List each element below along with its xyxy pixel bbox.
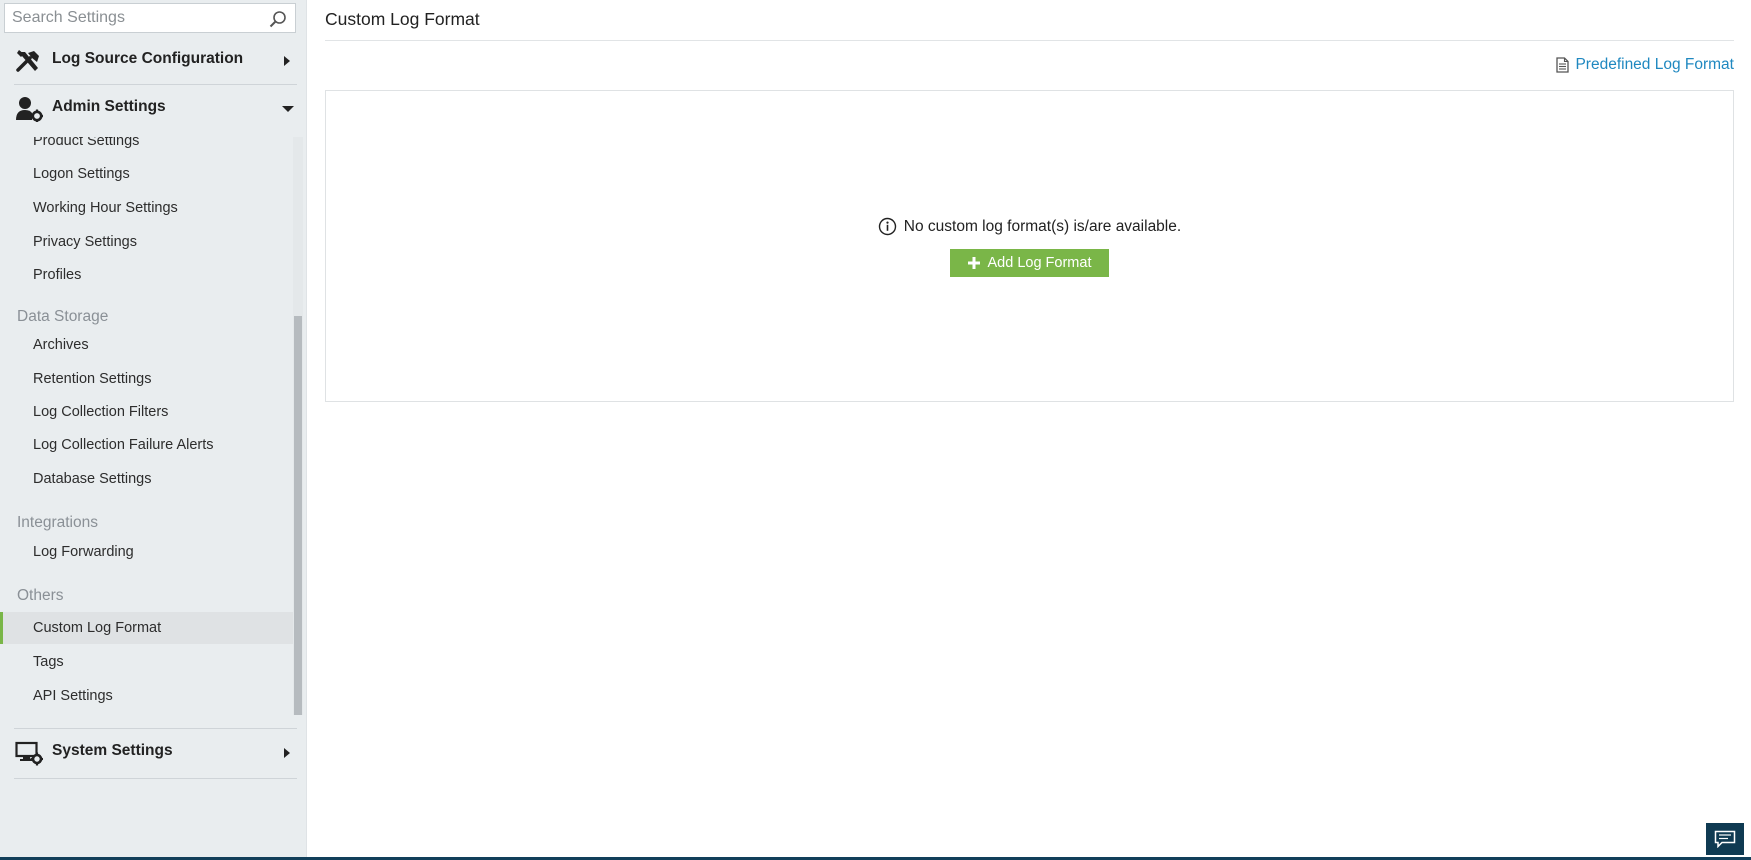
chat-icon (1714, 830, 1736, 848)
menu-item-log-forwarding[interactable]: Log Forwarding (0, 536, 300, 568)
empty-state-message: No custom log format(s) is/are available… (326, 217, 1733, 236)
section-label: System Settings (52, 742, 173, 759)
user-gear-icon (16, 97, 43, 122)
section-admin-settings[interactable]: Admin Settings (0, 85, 300, 133)
caret-right-icon (284, 748, 290, 758)
menu-item-working-hour-settings[interactable]: Working Hour Settings (0, 192, 300, 224)
group-heading-others: Others (17, 587, 64, 604)
caret-down-icon (282, 106, 294, 112)
section-label: Admin Settings (52, 98, 166, 115)
group-heading-data-storage: Data Storage (17, 308, 109, 325)
admin-settings-menu[interactable]: Product Settings Logon Settings Working … (0, 137, 300, 715)
menu-item-privacy-settings[interactable]: Privacy Settings (0, 226, 300, 258)
menu-item-tags[interactable]: Tags (0, 646, 300, 678)
add-log-format-label: Add Log Format (987, 255, 1092, 271)
monitor-gear-icon (15, 741, 43, 766)
group-heading-integrations: Integrations (17, 514, 98, 531)
search-input[interactable] (5, 4, 267, 32)
page-title: Custom Log Format (325, 9, 480, 29)
caret-right-icon (284, 56, 290, 66)
search-icon[interactable] (269, 10, 287, 28)
tools-icon (16, 50, 39, 72)
plus-icon (967, 257, 980, 269)
section-label: Log Source Configuration (52, 50, 244, 67)
section-divider (14, 778, 297, 779)
info-icon (878, 217, 896, 236)
predefined-log-format-link[interactable]: Predefined Log Format (1556, 56, 1734, 74)
settings-sidebar: Log Source Configuration Admin Settings … (0, 0, 307, 860)
menu-item-log-collection-filters[interactable]: Log Collection Filters (0, 396, 300, 428)
menu-item-database-settings[interactable]: Database Settings (0, 463, 300, 495)
add-log-format-button[interactable]: Add Log Format (950, 249, 1109, 277)
custom-log-format-panel: No custom log format(s) is/are available… (325, 90, 1734, 402)
menu-item-custom-log-format[interactable]: Custom Log Format (0, 612, 300, 644)
menu-item-log-collection-failure-alerts[interactable]: Log Collection Failure Alerts (0, 429, 300, 461)
menu-item-retention-settings[interactable]: Retention Settings (0, 363, 300, 395)
menu-item-product-settings[interactable]: Product Settings (0, 137, 300, 157)
predefined-log-format-label: Predefined Log Format (1575, 56, 1734, 73)
section-system-settings[interactable]: System Settings (0, 729, 300, 777)
menu-item-profiles[interactable]: Profiles (0, 259, 300, 291)
menu-item-archives[interactable]: Archives (0, 329, 300, 361)
chat-button[interactable] (1706, 823, 1744, 855)
empty-state-text: No custom log format(s) is/are available… (903, 217, 1182, 235)
document-icon (1556, 57, 1570, 73)
title-divider (325, 40, 1734, 41)
sidebar-scrollbar-thumb[interactable] (294, 316, 302, 715)
search-settings-box[interactable] (4, 3, 296, 33)
section-log-source-configuration[interactable]: Log Source Configuration (0, 37, 300, 85)
menu-item-logon-settings[interactable]: Logon Settings (0, 158, 300, 190)
menu-item-api-settings[interactable]: API Settings (0, 680, 300, 712)
